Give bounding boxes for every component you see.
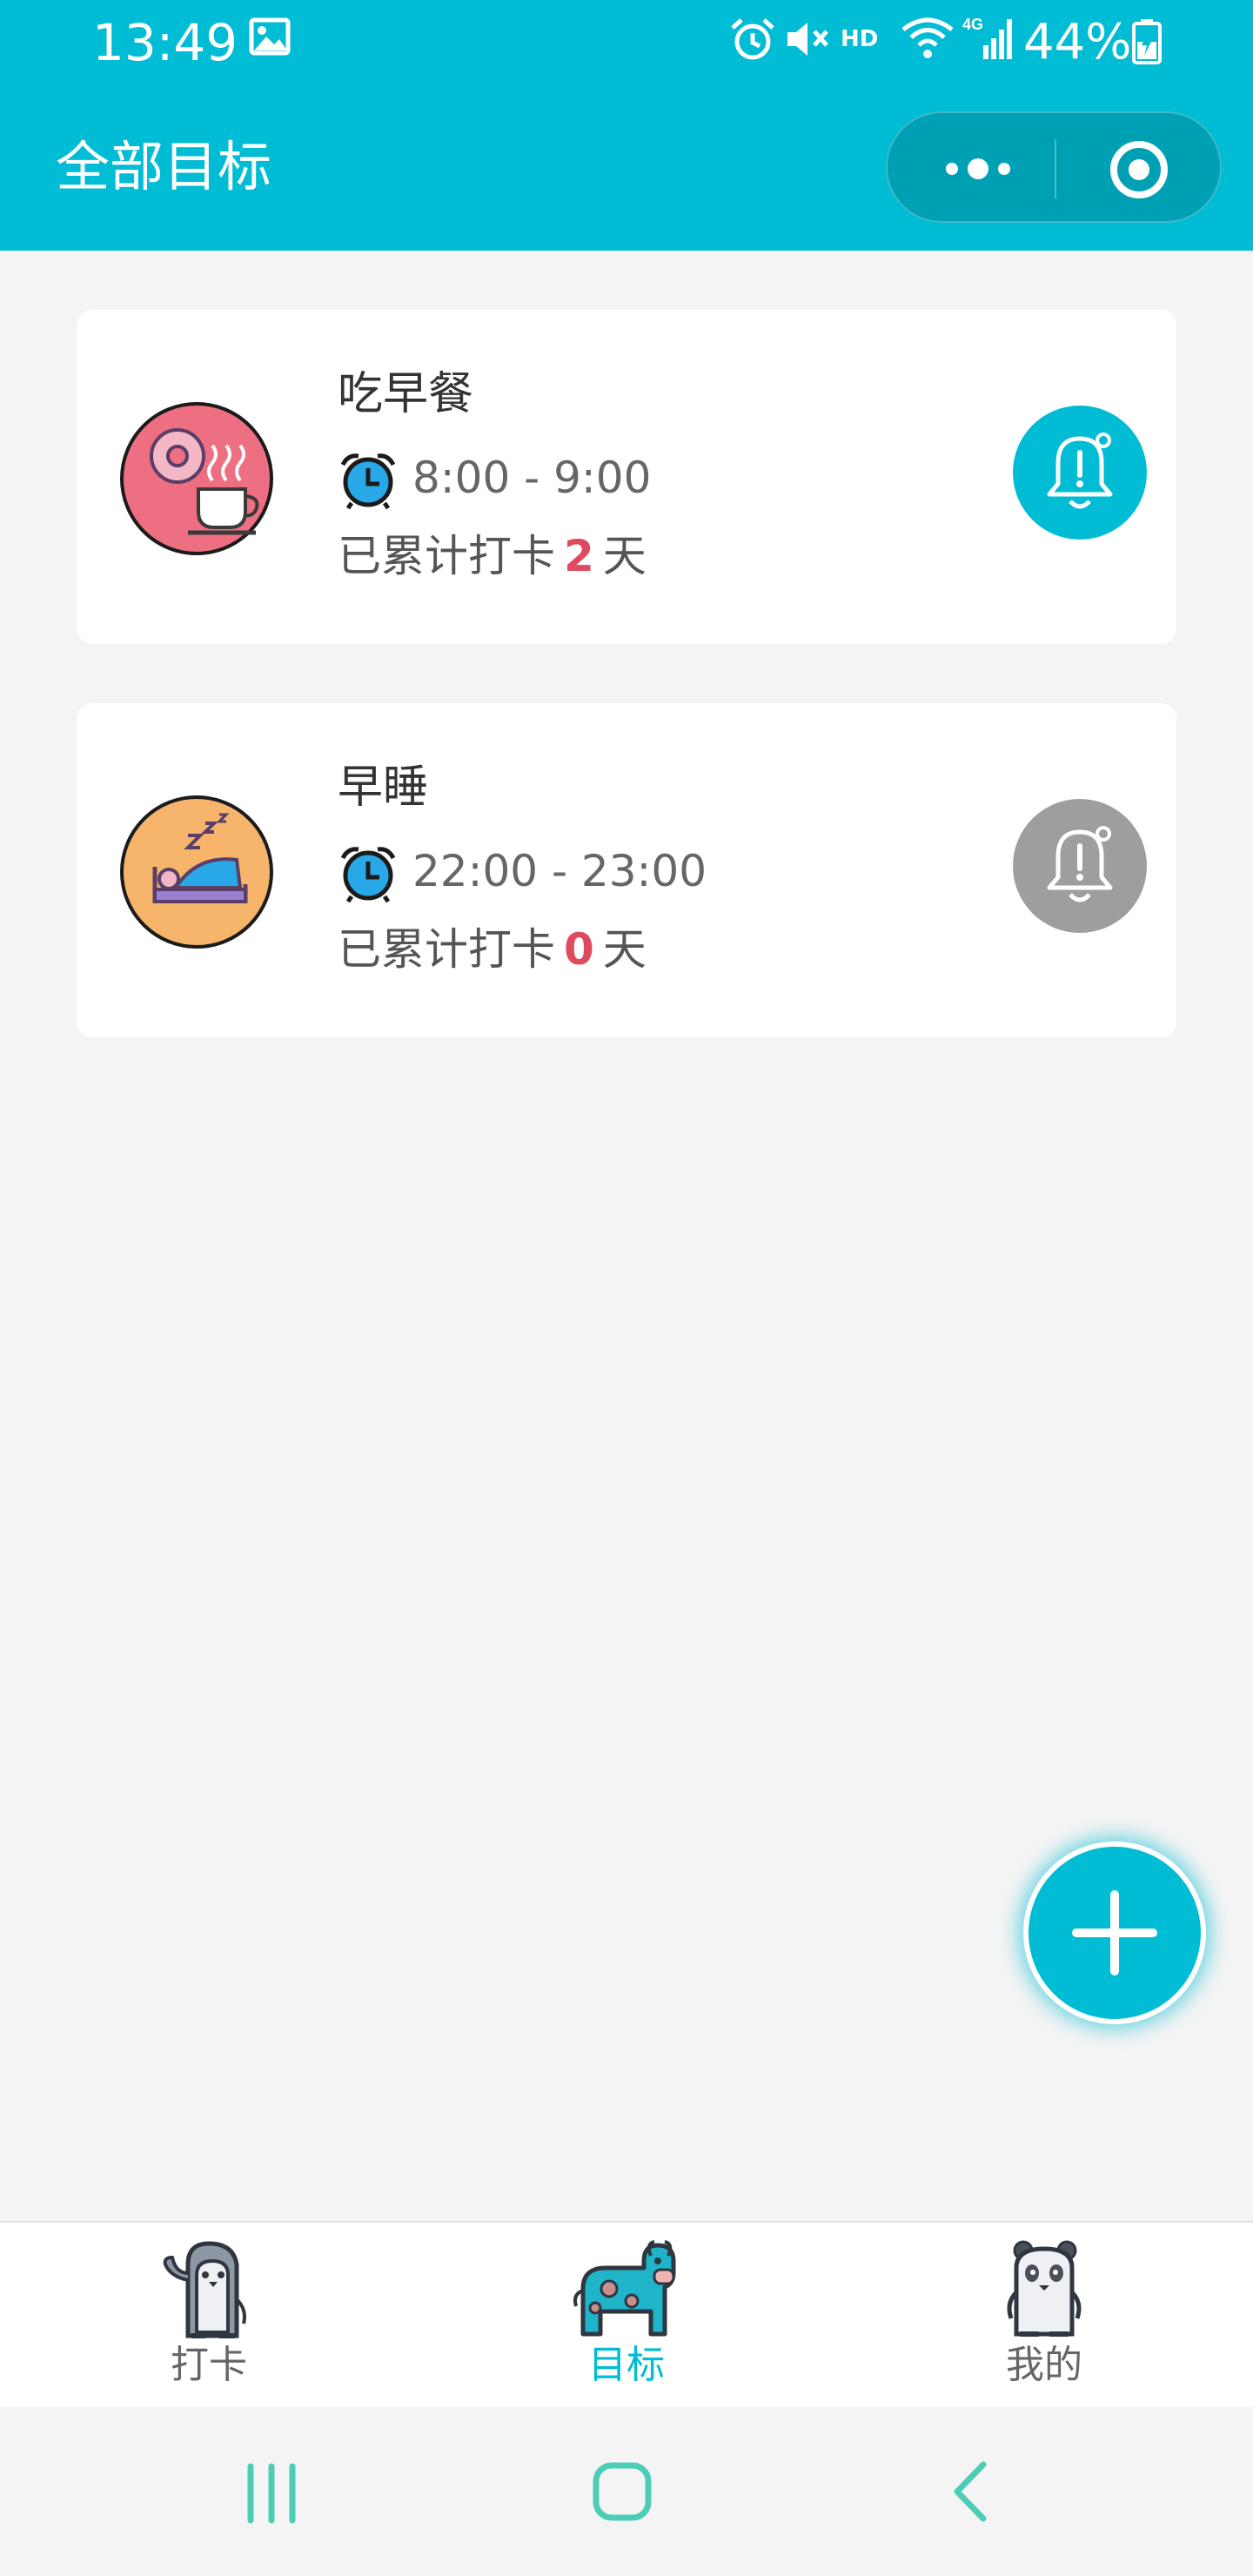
penguin-icon (153, 2238, 265, 2341)
count-prefix: 已累计打卡 (338, 924, 555, 975)
mini-program-capsule (886, 111, 1222, 223)
count-prefix: 已累计打卡 (338, 531, 555, 581)
count-suffix: 天 (602, 924, 647, 975)
app-screen: 13:49 HD 4G 44% 全部目标 吃早餐 8:00 - 9:00 已累计… (0, 0, 1253, 2576)
alarm-clock-icon (338, 449, 399, 510)
battery-percent: 44% (1023, 14, 1132, 70)
goal-name: 吃早餐 (338, 368, 474, 420)
count-value: 0 (564, 924, 594, 975)
wifi-icon (900, 16, 955, 63)
hd-label: HD (841, 26, 879, 52)
alarm-icon (729, 17, 776, 64)
tab-mine[interactable]: 我的 (835, 2223, 1253, 2407)
goal-time: 8:00 - 9:00 (412, 453, 652, 503)
battery-icon (1131, 19, 1163, 68)
tab-label: 我的 (1006, 2343, 1082, 2387)
goal-card[interactable]: 吃早餐 8:00 - 9:00 已累计打卡 2 天 (77, 310, 1176, 644)
add-goal-button[interactable] (1023, 1841, 1206, 2024)
home-icon[interactable] (592, 2461, 653, 2526)
recent-apps-icon[interactable] (244, 2463, 299, 2527)
back-icon[interactable] (948, 2459, 992, 2527)
goal-time: 22:00 - 23:00 (412, 846, 707, 896)
tab-checkin[interactable]: 打卡 (0, 2223, 418, 2407)
cow-icon (571, 2238, 682, 2341)
goal-checkin-count: 已累计打卡 0 天 (338, 921, 647, 978)
reminder-toggle-button[interactable] (1013, 799, 1147, 933)
more-dots-icon[interactable] (936, 146, 1020, 191)
header: 13:49 HD 4G 44% 全部目标 (0, 0, 1253, 251)
image-icon (249, 17, 291, 59)
mute-icon (783, 17, 830, 64)
page-title: 全部目标 (56, 135, 272, 198)
goal-card[interactable]: 早睡 22:00 - 23:00 已累计打卡 0 天 (77, 703, 1176, 1037)
close-target-icon[interactable] (1109, 139, 1169, 200)
reminder-toggle-button[interactable] (1013, 406, 1147, 540)
tab-label: 目标 (588, 2343, 665, 2387)
breakfast-icon (118, 400, 275, 557)
tab-goals[interactable]: 目标 (418, 2223, 835, 2407)
bottom-tab-bar: 打卡 目标 我的 (0, 2221, 1253, 2407)
status-time: 13:49 (92, 13, 238, 72)
goal-name: 早睡 (338, 761, 429, 814)
panda-icon (988, 2238, 1100, 2341)
alarm-clock-icon (338, 842, 399, 903)
signal-icon: 4G (962, 16, 1016, 64)
svg-text:4G: 4G (962, 16, 983, 33)
count-suffix: 天 (602, 531, 647, 581)
goal-checkin-count: 已累计打卡 2 天 (338, 527, 647, 585)
capsule-divider (1055, 139, 1056, 198)
sleep-icon (118, 794, 275, 950)
system-navigation-bar (0, 2407, 1253, 2576)
count-value: 2 (564, 531, 594, 581)
tab-label: 打卡 (171, 2343, 247, 2387)
